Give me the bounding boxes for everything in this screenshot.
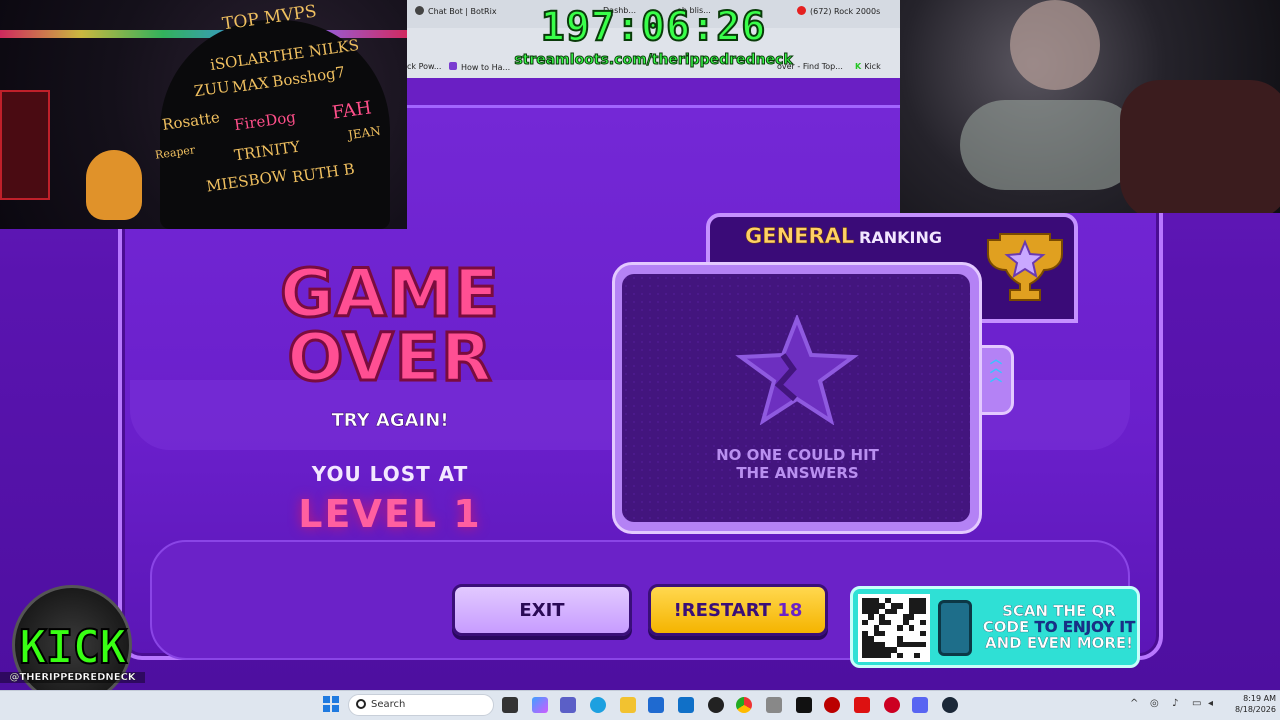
taskbar-clock[interactable]: 8:19 AM 8/18/2026	[1222, 693, 1276, 715]
kick-handle: @THERIPPEDREDNECK	[0, 672, 145, 683]
webcam-left: TOP MVPS iSOLAR THE NILKS ZUU MAX Bossho…	[0, 0, 407, 229]
streamloots-link: streamloots.com/therippedredneck	[514, 52, 793, 69]
qr-module	[920, 652, 926, 658]
copilot-icon[interactable]	[532, 697, 548, 713]
qr-promo-text: SCAN THE QR CODE TO ENJOY IT AND EVEN MO…	[982, 602, 1136, 652]
kick-logo: KICK	[18, 619, 128, 675]
obs-icon[interactable]	[708, 697, 724, 713]
network-icon[interactable]: ◎	[1150, 698, 1159, 709]
qr-code-grid	[862, 598, 926, 658]
webcam-right	[900, 0, 1280, 213]
subathon-timer: 197:06:26	[540, 3, 767, 51]
edge-icon[interactable]	[590, 697, 606, 713]
qr-code[interactable]	[858, 594, 930, 662]
store-icon[interactable]	[648, 697, 664, 713]
game-topbar	[407, 78, 900, 108]
file-explorer-icon[interactable]	[620, 697, 636, 713]
discord-icon[interactable]	[912, 697, 928, 713]
you-lost-at-label: YOU LOST AT	[311, 462, 469, 486]
game-over-line-1: GAME	[278, 255, 500, 332]
app-red-icon[interactable]	[824, 697, 840, 713]
bear-figure	[86, 150, 142, 220]
pillow	[960, 100, 1140, 190]
blanket	[1120, 80, 1280, 213]
teams-icon[interactable]	[560, 697, 576, 713]
monitor-icon[interactable]: ▭	[1192, 698, 1201, 709]
ranking-general: GENERAL	[745, 224, 855, 249]
task-view-icon[interactable]	[502, 697, 518, 713]
volume-icon[interactable]: ◂	[1208, 698, 1213, 709]
app-icon[interactable]	[884, 697, 900, 713]
restart-count: 18	[777, 599, 803, 621]
windows-start-icon[interactable]	[323, 696, 339, 712]
empty-ranking-message: NO ONE COULD HIT THE ANSWERS	[716, 446, 879, 482]
outlook-icon[interactable]	[678, 697, 694, 713]
phone-icon	[938, 600, 972, 656]
game-over-title: GAME OVER	[250, 255, 530, 396]
windows-taskbar	[0, 690, 1280, 720]
chevron-stack-icon: ︿ ︿ ︿	[990, 352, 1003, 384]
ranking-label: RANKING	[859, 228, 942, 247]
tool-icon[interactable]	[766, 697, 782, 713]
restart-button[interactable]: !RESTART 18	[648, 584, 828, 636]
level-reached: LEVEL 1	[298, 492, 482, 536]
chevron-up-icon[interactable]: ^	[1130, 698, 1138, 709]
stream-canvas: TOP MVPS iSOLAR THE NILKS ZUU MAX Bossho…	[0, 0, 1280, 690]
terminal-icon[interactable]	[796, 697, 812, 713]
chrome-icon[interactable]	[736, 697, 752, 713]
try-again-text: TRY AGAIN!	[331, 410, 449, 432]
person-face	[1010, 0, 1100, 90]
mic-icon[interactable]: ♪	[1172, 698, 1178, 709]
red-box	[0, 90, 50, 200]
broken-star-icon	[735, 315, 859, 425]
taskbar-search[interactable]: Search	[348, 694, 494, 716]
game-over-line-2: OVER	[286, 319, 493, 396]
gta-icon[interactable]	[854, 697, 870, 713]
restart-label: !RESTART	[673, 599, 772, 621]
browser-window: Chat Bot | BotRix Dashb... oh blis... (6…	[407, 0, 900, 78]
steam-icon[interactable]	[942, 697, 958, 713]
trophy-icon	[987, 233, 1063, 301]
exit-button[interactable]: EXIT	[452, 584, 632, 636]
search-icon	[356, 699, 366, 709]
